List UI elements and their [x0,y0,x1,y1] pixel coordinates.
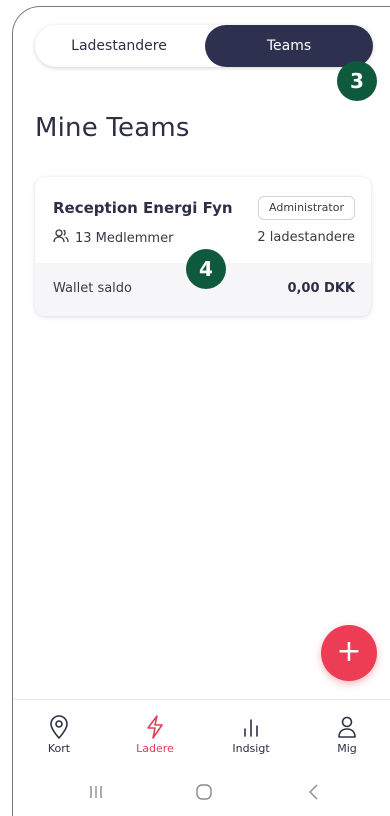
phone-frame: Ladestandere Teams 3 Mine Teams Receptio… [12,6,390,816]
lightning-icon [115,714,195,740]
page-title: Mine Teams [35,113,190,143]
nav-label-ladere: Ladere [136,742,174,755]
bar-chart-icon [211,714,291,740]
nav-label-mig: Mig [337,742,357,755]
user-icon [307,714,387,740]
system-navigation-bar [13,771,390,816]
tab-teams[interactable]: Teams [205,25,373,67]
chargers-count: 2 ladestandere [257,230,355,245]
tutorial-step-badge: 3 [337,61,377,101]
home-icon[interactable] [195,783,213,805]
nav-item-indsigt[interactable]: Indsigt [211,714,291,755]
wallet-label: Wallet saldo [53,281,132,296]
nav-label-kort: Kort [47,742,71,755]
members-info: 13 Medlemmer [53,229,173,247]
team-name: Reception Energi Fyn [53,199,233,217]
nav-label-indsigt: Indsigt [232,742,270,755]
wallet-balance: 0,00 DKK [287,281,355,296]
tab-ladestandere[interactable]: Ladestandere [35,25,203,67]
nav-item-kort[interactable]: Kort [19,714,99,755]
map-pin-icon [19,714,99,740]
members-count: 13 Medlemmer [75,230,174,246]
add-team-button[interactable]: + [321,625,377,681]
tutorial-step-badge: 4 [186,249,226,289]
users-icon [53,229,69,247]
plus-icon: + [336,634,362,669]
team-card[interactable]: Reception Energi Fyn Administrator 13 Me… [35,177,371,316]
nav-item-ladere[interactable]: Ladere [115,714,195,755]
back-icon[interactable] [305,783,323,805]
recent-apps-icon[interactable] [87,783,105,805]
bottom-navigation: Kort Ladere Indsigt Mig [13,699,390,772]
nav-item-mig[interactable]: Mig [307,714,387,755]
view-toggle: Ladestandere Teams [35,25,373,67]
role-badge: Administrator [258,196,355,220]
